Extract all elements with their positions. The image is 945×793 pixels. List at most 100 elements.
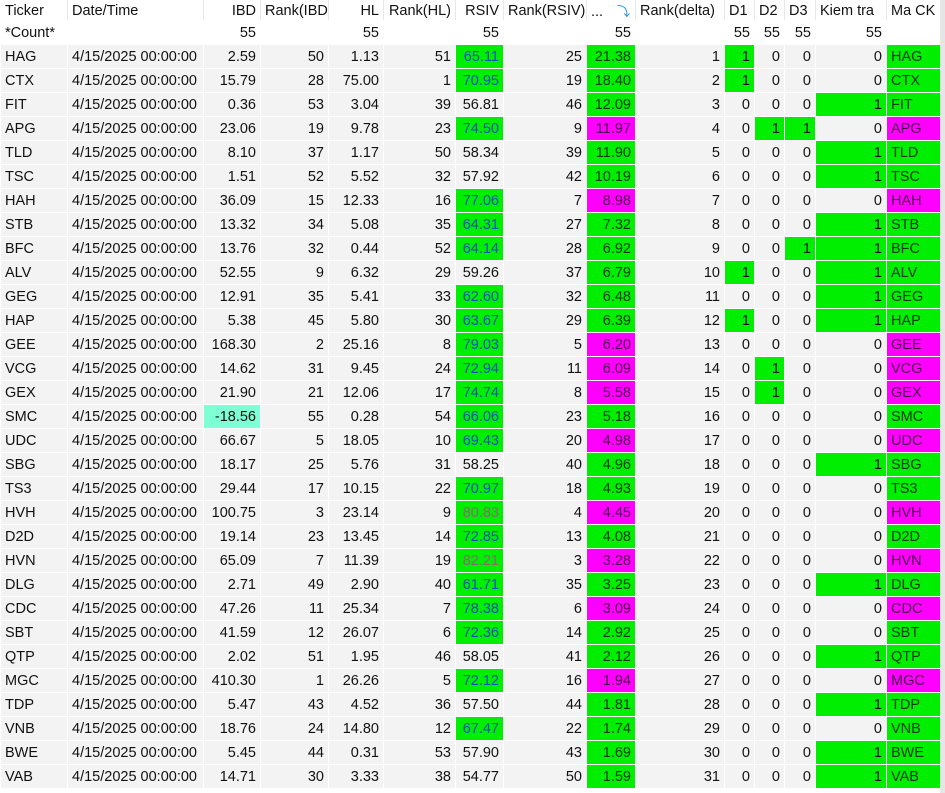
cell-ticker[interactable]: TDP [0, 692, 68, 717]
cell-rank-delta[interactable]: 9 [635, 236, 725, 261]
cell-d1[interactable]: 0 [724, 428, 755, 453]
cell-rank-ibd[interactable]: 3 [260, 500, 329, 525]
cell-datetime[interactable]: 4/15/2025 00:00:00 [67, 740, 204, 765]
cell-rank-rsiv[interactable]: 9 [503, 116, 587, 141]
cell-rank-rsiv[interactable]: 7 [503, 188, 587, 213]
cell-ibd[interactable]: 2.71 [203, 572, 261, 597]
cell-rank-ibd[interactable]: 24 [260, 716, 329, 741]
cell-ibd[interactable]: 18.17 [203, 452, 261, 477]
cell-d1[interactable]: 0 [724, 92, 755, 117]
cell-d3[interactable]: 0 [784, 308, 816, 333]
cell-rsiv[interactable]: 65.11 [455, 44, 504, 69]
cell-ticker[interactable]: BWE [0, 740, 68, 765]
cell-rank-delta[interactable]: 3 [635, 92, 725, 117]
cell-rank-rsiv[interactable]: 28 [503, 236, 587, 261]
cell-ma-ck[interactable]: VNB [886, 716, 941, 741]
cell-ticker[interactable]: HVN [0, 548, 68, 573]
cell-delta[interactable]: 4.08 [586, 524, 636, 549]
cell-delta[interactable]: 3.25 [586, 572, 636, 597]
cell-rsiv[interactable]: 69.43 [455, 428, 504, 453]
cell-delta[interactable]: 4.98 [586, 428, 636, 453]
cell-d2[interactable]: 0 [754, 452, 785, 477]
cell-rank-delta[interactable]: 4 [635, 116, 725, 141]
cell-d3[interactable]: 0 [784, 452, 816, 477]
cell-d2[interactable]: 1 [754, 380, 785, 405]
cell-d1[interactable]: 0 [724, 212, 755, 237]
cell-rank-rsiv[interactable]: 3 [503, 548, 587, 573]
cell-rank-rsiv[interactable]: 5 [503, 332, 587, 357]
cell-rank-ibd[interactable]: 51 [260, 644, 329, 669]
cell-datetime[interactable]: 4/15/2025 00:00:00 [67, 524, 204, 549]
cell-ma-ck[interactable]: TLD [886, 140, 941, 165]
cell-d3[interactable]: 0 [784, 164, 816, 189]
table-row[interactable]: TLD 4/15/2025 00:00:00 8.10 37 1.17 50 58.34 39… [0, 140, 941, 165]
cell-d2[interactable]: 0 [754, 548, 785, 573]
cell-d2[interactable]: 0 [754, 692, 785, 717]
cell-d2[interactable]: 1 [754, 116, 785, 141]
cell-ticker[interactable]: ALV [0, 260, 68, 285]
cell-d2[interactable]: 0 [754, 332, 785, 357]
cell-ticker[interactable]: HAG [0, 44, 68, 69]
cell-rank-hl[interactable]: 17 [383, 380, 456, 405]
cell-kiem-tra[interactable]: 0 [815, 428, 887, 453]
cell-d3[interactable]: 0 [784, 668, 816, 693]
cell-rank-rsiv[interactable]: 8 [503, 380, 587, 405]
cell-delta[interactable]: 1.81 [586, 692, 636, 717]
cell-d3[interactable]: 0 [784, 644, 816, 669]
cell-rsiv[interactable]: 62.60 [455, 284, 504, 309]
cell-rank-rsiv[interactable]: 29 [503, 308, 587, 333]
cell-d3[interactable]: 0 [784, 500, 816, 525]
cell-rank-hl[interactable]: 39 [383, 92, 456, 117]
cell-ma-ck[interactable]: HAG [886, 44, 941, 69]
cell-d2[interactable]: 0 [754, 620, 785, 645]
cell-delta[interactable]: 6.39 [586, 308, 636, 333]
table-row[interactable]: GEG 4/15/2025 00:00:00 12.91 35 5.41 33 62.60 3… [0, 284, 941, 309]
cell-hl[interactable]: 25.34 [328, 596, 384, 621]
cell-ticker[interactable]: HVH [0, 500, 68, 525]
cell-d2[interactable]: 0 [754, 668, 785, 693]
table-row[interactable]: HAG 4/15/2025 00:00:00 2.59 50 1.13 51 65.11 25… [0, 44, 941, 69]
cell-rank-ibd[interactable]: 55 [260, 404, 329, 429]
cell-d1[interactable]: 0 [724, 380, 755, 405]
cell-delta[interactable]: 2.12 [586, 644, 636, 669]
cell-d1[interactable]: 1 [724, 308, 755, 333]
cell-ibd[interactable]: 13.32 [203, 212, 261, 237]
cell-rank-hl[interactable]: 24 [383, 356, 456, 381]
cell-ma-ck[interactable]: FIT [886, 92, 941, 117]
cell-rank-hl[interactable]: 19 [383, 548, 456, 573]
cell-rank-ibd[interactable]: 2 [260, 332, 329, 357]
cell-d1[interactable]: 0 [724, 548, 755, 573]
cell-d1[interactable]: 0 [724, 476, 755, 501]
cell-d3[interactable]: 0 [784, 332, 816, 357]
cell-rank-ibd[interactable]: 34 [260, 212, 329, 237]
cell-delta[interactable]: 4.93 [586, 476, 636, 501]
cell-hl[interactable]: 1.13 [328, 44, 384, 69]
cell-datetime[interactable]: 4/15/2025 00:00:00 [67, 92, 204, 117]
table-row[interactable]: CDC 4/15/2025 00:00:00 47.26 11 25.34 7 78.38 6… [0, 596, 941, 621]
cell-kiem-tra[interactable]: 0 [815, 44, 887, 69]
cell-rank-delta[interactable]: 19 [635, 476, 725, 501]
cell-ma-ck[interactable]: D2D [886, 524, 941, 549]
cell-d1[interactable]: 1 [724, 68, 755, 93]
cell-hl[interactable]: 5.80 [328, 308, 384, 333]
cell-hl[interactable]: 3.33 [328, 764, 384, 789]
cell-kiem-tra[interactable]: 1 [815, 740, 887, 765]
cell-rank-delta[interactable]: 6 [635, 164, 725, 189]
cell-ibd[interactable]: 65.09 [203, 548, 261, 573]
table-row[interactable]: STB 4/15/2025 00:00:00 13.32 34 5.08 35 64.31 2… [0, 212, 941, 237]
cell-rank-delta[interactable]: 25 [635, 620, 725, 645]
cell-rank-rsiv[interactable]: 43 [503, 740, 587, 765]
cell-rsiv[interactable]: 82.21 [455, 548, 504, 573]
cell-ibd[interactable]: 41.59 [203, 620, 261, 645]
cell-ma-ck[interactable]: TSC [886, 164, 941, 189]
cell-rank-ibd[interactable]: 35 [260, 284, 329, 309]
cell-d3[interactable]: 1 [784, 236, 816, 261]
cell-rsiv[interactable]: 57.92 [455, 164, 504, 189]
cell-kiem-tra[interactable]: 1 [815, 452, 887, 477]
cell-d1[interactable]: 1 [724, 260, 755, 285]
cell-ibd[interactable]: 18.76 [203, 716, 261, 741]
cell-hl[interactable]: 26.26 [328, 668, 384, 693]
cell-rank-hl[interactable]: 53 [383, 740, 456, 765]
cell-rsiv[interactable]: 58.05 [455, 644, 504, 669]
cell-rank-rsiv[interactable]: 14 [503, 620, 587, 645]
